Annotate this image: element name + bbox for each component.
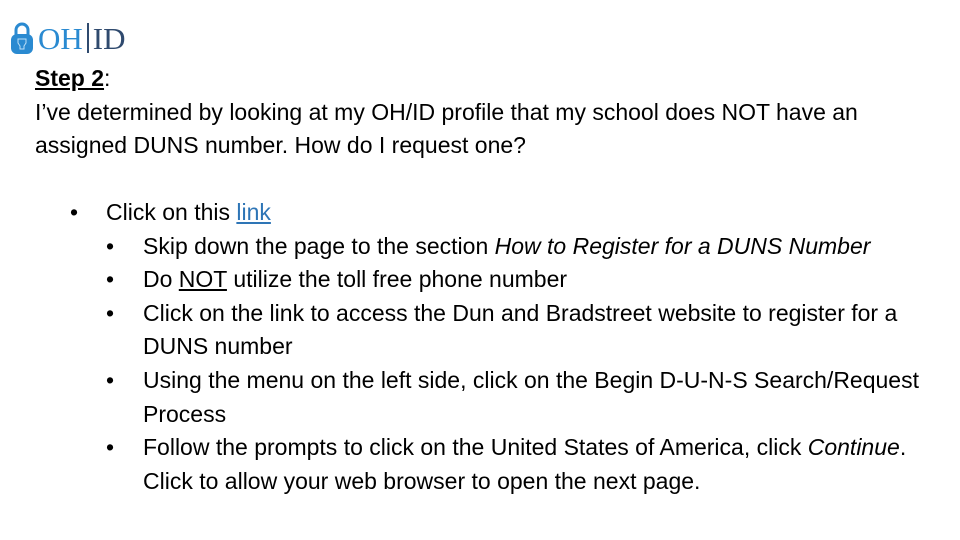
list-item: Using the menu on the left side, click o…	[106, 364, 940, 431]
step-label-line: Step 2:	[35, 62, 940, 96]
link[interactable]: link	[236, 199, 271, 225]
step-heading: Step 2: I’ve determined by looking at my…	[35, 62, 940, 163]
sub-instruction-list: Skip down the page to the section How to…	[106, 230, 940, 499]
list-item: Do NOT utilize the toll free phone numbe…	[106, 263, 940, 297]
list-item-text: Do	[143, 266, 179, 293]
lock-icon	[10, 21, 34, 55]
step-title: Step 2	[35, 65, 105, 91]
step-question: I’ve determined by looking at my OH/ID p…	[35, 98, 858, 159]
continue-label: Continue	[807, 434, 900, 461]
list-item: Follow the prompts to click on the Unite…	[106, 431, 940, 498]
list-item-text: utilize the toll free phone number	[226, 266, 568, 293]
section-name: How to Register for a DUNS Number	[494, 232, 871, 259]
logo-text-id: ID	[92, 20, 126, 56]
instruction-list: Click on this link Skip down the page to…	[70, 196, 940, 498]
list-item-text: Follow the prompts to click on the Unite…	[143, 434, 808, 461]
list-item-text: Click on this	[106, 199, 237, 225]
list-item: Skip down the page to the section How to…	[106, 230, 940, 264]
logo-separator	[86, 23, 89, 53]
list-item-text: Using the menu on the left side, click o…	[143, 366, 919, 427]
logo-text-oh: OH	[38, 20, 83, 56]
emphasis-not: NOT	[178, 266, 227, 293]
list-item: Click on the link to access the Dun and …	[106, 297, 940, 364]
ohid-logo: OH ID	[10, 18, 126, 58]
step-colon: :	[104, 65, 111, 91]
list-item-text: Skip down the page to the section	[143, 232, 495, 259]
list-item-click-link: Click on this link Skip down the page to…	[70, 196, 940, 498]
list-item-text: Click on the link to access the Dun and …	[143, 299, 898, 360]
